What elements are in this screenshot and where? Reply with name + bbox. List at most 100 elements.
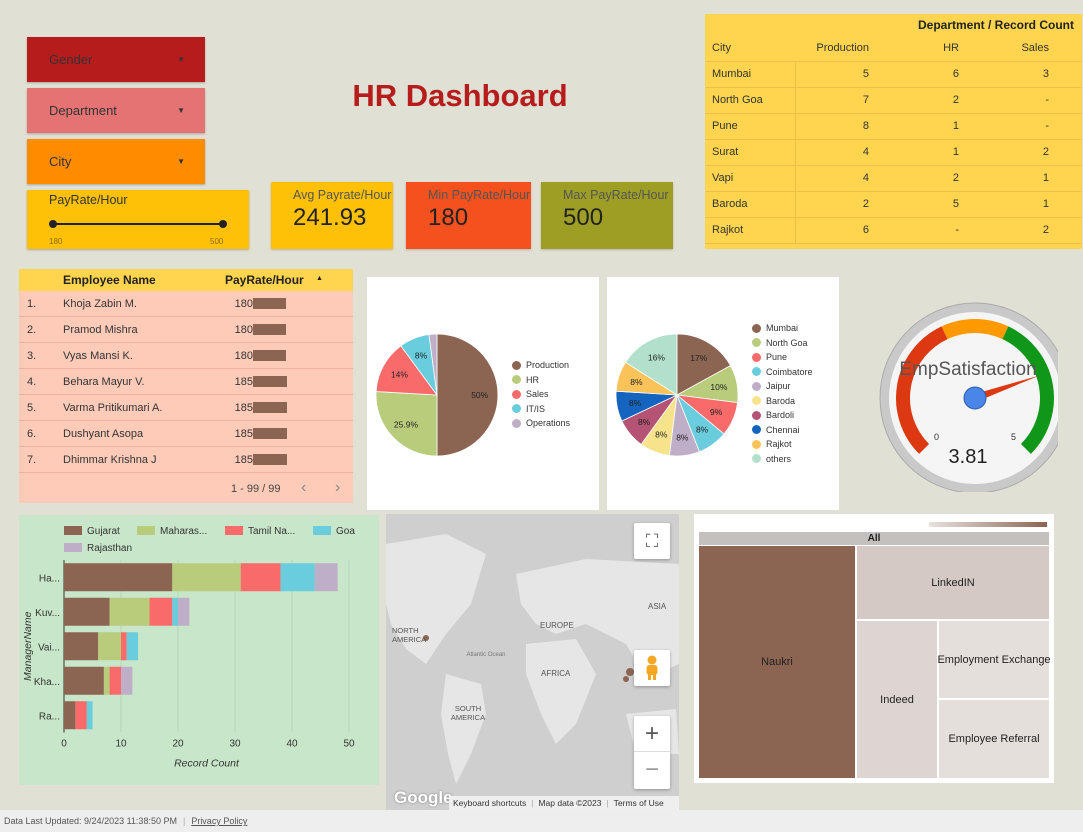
bar-segment[interactable] bbox=[121, 666, 133, 695]
y-tick-label: Ha... bbox=[39, 573, 60, 584]
treemap-tile[interactable]: Indeed bbox=[857, 621, 937, 778]
privacy-policy-link[interactable]: Privacy Policy bbox=[191, 816, 247, 826]
bar-segment[interactable] bbox=[178, 597, 190, 626]
pivot-row: North Goa 7 2 - bbox=[705, 87, 1082, 113]
bar-segment[interactable] bbox=[280, 563, 315, 592]
pivot-col-header[interactable]: Production bbox=[795, 35, 885, 61]
footer-bar: Data Last Updated: 9/24/2023 11:38:50 PM… bbox=[0, 810, 1083, 832]
legend-item[interactable]: Chennai bbox=[752, 423, 813, 438]
treemap-tile[interactable]: LinkedIN bbox=[857, 546, 1049, 619]
keyboard-shortcuts-link[interactable]: Keyboard shortcuts bbox=[453, 798, 526, 808]
bar-segment[interactable] bbox=[103, 666, 110, 695]
payrate-slider-track[interactable] bbox=[53, 223, 223, 225]
legend-swatch bbox=[752, 410, 761, 420]
bar-segment[interactable] bbox=[172, 563, 241, 592]
legend-item[interactable]: Sales bbox=[512, 387, 570, 402]
x-axis-title: Record Count bbox=[174, 758, 240, 770]
employee-row[interactable]: 5. Varma Pritikumari A. 185 bbox=[19, 395, 353, 421]
bar-segment[interactable] bbox=[86, 701, 93, 730]
legend-item[interactable]: Baroda bbox=[752, 394, 813, 409]
pivot-city-cell: Surat bbox=[705, 139, 796, 165]
pivot-value-cell: 5 bbox=[862, 68, 869, 80]
pivot-row: Mumbai 5 6 3 bbox=[705, 61, 1082, 87]
payrate-header[interactable]: PayRate/Hour bbox=[225, 273, 304, 287]
pivot-value-cell: 4 bbox=[862, 146, 869, 158]
legend-label: IT/IS bbox=[526, 403, 546, 414]
payrate-bar bbox=[253, 324, 287, 335]
employee-name: Dushyant Asopa bbox=[63, 427, 144, 440]
department-filter-dropdown[interactable]: Department ▼ bbox=[27, 88, 205, 133]
prev-page-icon[interactable]: ‹ bbox=[301, 479, 306, 497]
row-index: 4. bbox=[27, 375, 37, 388]
legend-swatch bbox=[225, 526, 243, 535]
legend-item[interactable]: others bbox=[752, 452, 813, 467]
pivot-col-header[interactable]: Sales bbox=[975, 35, 1082, 61]
employee-row[interactable]: 3. Vyas Mansi K. 180 bbox=[19, 343, 353, 369]
bar-segment[interactable] bbox=[64, 666, 104, 695]
pie-slice-label: 9% bbox=[710, 407, 723, 417]
treemap-tile[interactable]: Employment Exchange bbox=[937, 621, 1051, 698]
legend-item[interactable]: Coimbatore bbox=[752, 365, 813, 380]
pie-slice-label: 17% bbox=[690, 353, 707, 363]
legend-item[interactable]: IT/IS bbox=[512, 402, 570, 417]
legend-item[interactable]: North Goa bbox=[752, 336, 813, 351]
street-view-pegman[interactable] bbox=[634, 650, 670, 686]
bar-segment[interactable] bbox=[240, 563, 281, 592]
next-page-icon[interactable]: › bbox=[335, 479, 340, 497]
legend-item[interactable]: Operations bbox=[512, 416, 570, 431]
employee-row[interactable]: 4. Behara Mayur V. 185 bbox=[19, 369, 353, 395]
pie-slice[interactable] bbox=[436, 333, 499, 457]
world-map[interactable]: ASIA EUROPE NORTH AMERICA AFRICA SOUTH A… bbox=[386, 514, 679, 810]
bar-segment[interactable] bbox=[121, 632, 127, 661]
legend-label: Tamil Na... bbox=[248, 526, 295, 537]
legend-item[interactable]: Bardoli bbox=[752, 408, 813, 423]
bar-segment[interactable] bbox=[109, 597, 150, 626]
terms-link[interactable]: Terms of Use bbox=[614, 798, 664, 808]
pivot-col-header[interactable]: HR bbox=[885, 35, 975, 61]
zoom-in-button[interactable]: + bbox=[634, 716, 670, 752]
payrate-slider-min-handle[interactable] bbox=[49, 220, 57, 228]
employee-row[interactable]: 7. Dhimmar Krishna J 185 bbox=[19, 447, 353, 473]
employee-row[interactable]: 2. Pramod Mishra 180 bbox=[19, 317, 353, 343]
gender-filter-dropdown[interactable]: Gender ▼ bbox=[27, 37, 205, 82]
bar-segment[interactable] bbox=[64, 632, 99, 661]
legend-item[interactable]: Rajkot bbox=[752, 437, 813, 452]
map-label: NORTH AMERICA bbox=[392, 626, 427, 644]
payrate-value: 185 bbox=[234, 427, 253, 440]
payrate-bar bbox=[253, 428, 287, 439]
legend-swatch bbox=[64, 543, 82, 552]
treemap-root-header[interactable]: All bbox=[699, 532, 1049, 545]
bar-segment[interactable] bbox=[75, 701, 87, 730]
bar-segment[interactable] bbox=[172, 597, 178, 626]
min-payrate-value: 180 bbox=[428, 204, 469, 231]
legend-item[interactable]: HR bbox=[512, 373, 570, 388]
fullscreen-button[interactable]: ⛶ bbox=[634, 523, 670, 559]
zoom-out-button[interactable]: − bbox=[634, 752, 670, 788]
sort-asc-icon[interactable]: ▲ bbox=[316, 275, 323, 282]
bar-segment[interactable] bbox=[126, 632, 139, 661]
treemap-tile[interactable]: Employee Referral bbox=[939, 700, 1049, 778]
bar-segment[interactable] bbox=[109, 666, 121, 695]
city-filter-dropdown[interactable]: City ▼ bbox=[27, 139, 205, 184]
page-title: HR Dashboard bbox=[352, 78, 568, 113]
legend-item[interactable]: Jaipur bbox=[752, 379, 813, 394]
bar-segment[interactable] bbox=[64, 563, 173, 592]
bar-segment[interactable] bbox=[314, 563, 338, 592]
legend-item[interactable]: Production bbox=[512, 358, 570, 373]
payrate-slider-max-handle[interactable] bbox=[219, 220, 227, 228]
pie-slice-label: 14% bbox=[391, 370, 408, 380]
chevron-down-icon: ▼ bbox=[177, 157, 185, 166]
employee-row[interactable]: 1. Khoja Zabin M. 180 bbox=[19, 291, 353, 317]
bar-segment[interactable] bbox=[98, 632, 121, 661]
employee-row[interactable]: 6. Dushyant Asopa 185 bbox=[19, 421, 353, 447]
treemap-tile[interactable]: Naukri bbox=[699, 546, 855, 778]
employee-name-header[interactable]: Employee Name bbox=[63, 273, 156, 287]
gauge-band bbox=[941, 319, 1009, 340]
map-data-text: Map data ©2023 bbox=[538, 798, 602, 808]
bar-segment[interactable] bbox=[64, 597, 110, 626]
legend-item[interactable]: Pune bbox=[752, 350, 813, 365]
legend-item[interactable]: Mumbai bbox=[752, 321, 813, 336]
legend-label: Gujarat bbox=[87, 526, 120, 537]
bar-segment[interactable] bbox=[149, 597, 173, 626]
bar-segment[interactable] bbox=[64, 701, 76, 730]
